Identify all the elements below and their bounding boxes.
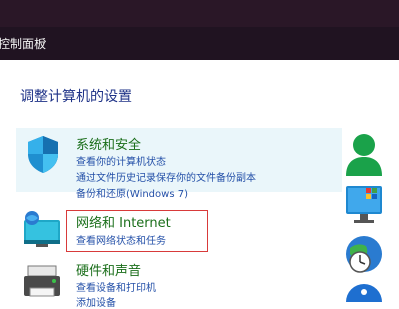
user-accounts-icon[interactable]	[344, 132, 384, 180]
category-title[interactable]: 网络和 Internet	[76, 212, 171, 231]
category-title[interactable]: 硬件和声音	[76, 260, 141, 279]
main-content: 调整计算机的设置 系统和安全 查看你的计算机状态 通过文件历史记录保存你的文件备…	[0, 60, 399, 309]
printer-icon[interactable]	[22, 262, 64, 302]
shield-icon[interactable]	[22, 134, 64, 174]
clock-region-icon[interactable]	[344, 234, 384, 282]
chevron-right-icon[interactable]: ›	[42, 34, 47, 48]
link-backup-restore[interactable]: 备份和还原(Windows 7)	[76, 185, 188, 200]
category-title[interactable]: 系统和安全	[76, 134, 141, 153]
breadcrumb-control-panel[interactable]: 控制面板	[0, 35, 46, 52]
network-icon[interactable]	[22, 210, 64, 250]
link-view-computer-status[interactable]: 查看你的计算机状态	[76, 153, 166, 168]
link-view-network-status[interactable]: 查看网络状态和任务	[76, 232, 166, 247]
ease-of-access-icon[interactable]	[344, 282, 384, 309]
link-file-history[interactable]: 通过文件历史记录保存你的文件备份副本	[76, 169, 256, 184]
link-add-device[interactable]: 添加设备	[76, 294, 116, 309]
link-devices-printers[interactable]: 查看设备和打印机	[76, 279, 156, 294]
window-titlebar	[0, 0, 399, 27]
page-title: 调整计算机的设置	[20, 89, 132, 105]
appearance-icon[interactable]	[344, 184, 384, 230]
address-bar[interactable]: 控制面板 ›	[0, 27, 399, 60]
